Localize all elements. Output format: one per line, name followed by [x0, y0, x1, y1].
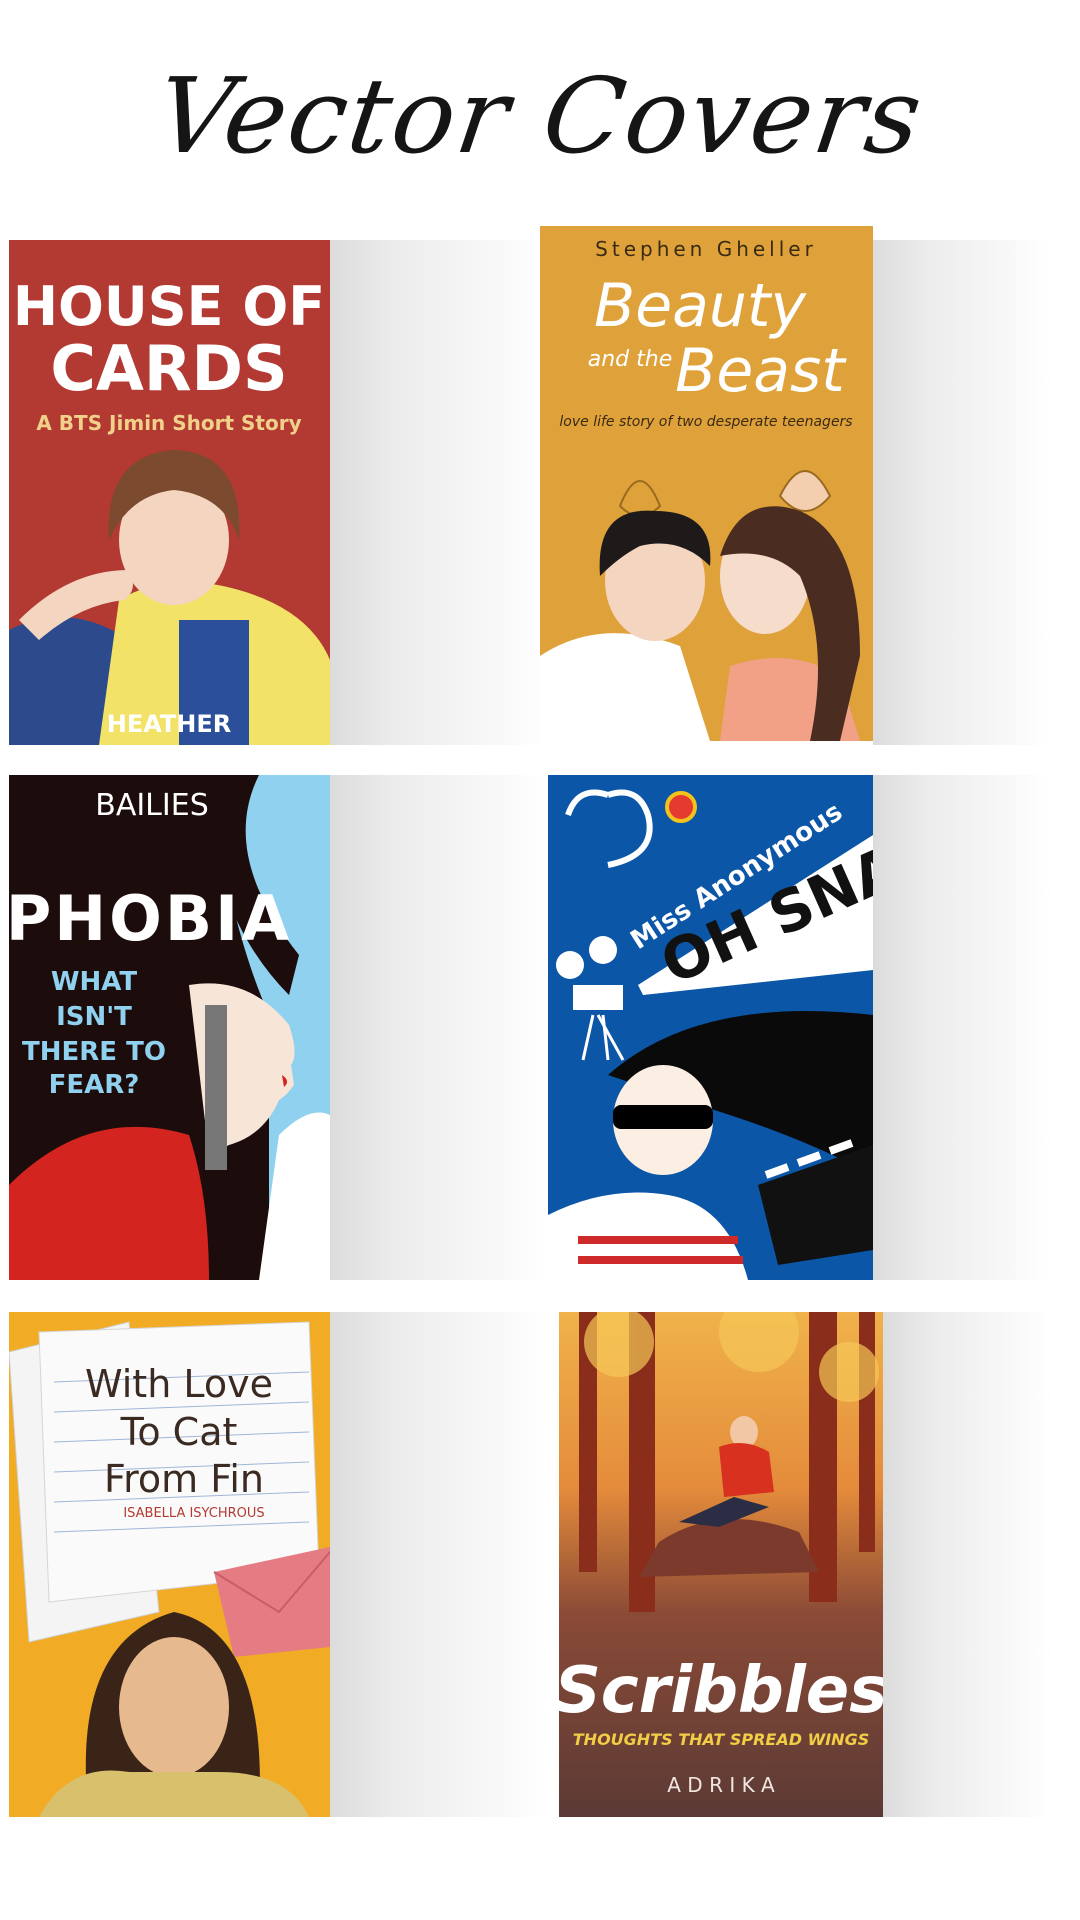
cover-title-line2b: Beast — [675, 336, 847, 406]
cover-tagline-line3: THERE TO — [22, 1037, 166, 1067]
cover-title: PHOBIA — [9, 882, 292, 955]
cover-art: Scribbles THOUGHTS THAT SPREAD WINGS A D… — [559, 1312, 883, 1817]
cover-title-line1: HOUSE OF — [13, 275, 325, 338]
cover-art: BAILIES PHOBIA WHAT ISN'T THERE TO FEAR? — [9, 775, 330, 1280]
cover-art: With Love To Cat From Fin ISABELLA ISYCH… — [9, 1312, 330, 1817]
cover-shadow — [873, 240, 1053, 745]
book-cover-house-of-cards[interactable]: HOUSE OF CARDS A BTS Jimin Short Story H… — [9, 240, 330, 745]
cover-title-line2: CARDS — [50, 332, 287, 405]
cover-tagline-line4: FEAR? — [49, 1070, 140, 1100]
cover-shadow — [873, 775, 1053, 1280]
cover-tagline: love life story of two desperate teenage… — [559, 414, 852, 430]
page-title: Vector Covers — [149, 55, 931, 177]
cover-author: ISABELLA ISYCHROUS — [123, 1506, 264, 1521]
book-cover-scribbles[interactable]: Scribbles THOUGHTS THAT SPREAD WINGS A D… — [559, 1312, 883, 1817]
cover-tagline-line2: ISN'T — [56, 1002, 132, 1032]
cover-title-line2a: and the — [588, 347, 673, 372]
cover-author: Stephen Gheller — [595, 237, 817, 261]
cover-shadow — [330, 240, 550, 745]
cover-title: Scribbles — [559, 1654, 883, 1728]
cover-title-line3: From Fin — [104, 1457, 264, 1501]
cover-art: Stephen Gheller Beauty and the Beast lov… — [540, 226, 873, 741]
cover-title-line2: To Cat — [120, 1410, 238, 1454]
cover-author: HEATHER — [107, 710, 232, 738]
cover-shadow — [330, 775, 550, 1280]
cover-art: Miss Anonymous OH SNAP — [548, 775, 873, 1280]
cover-tagline: THOUGHTS THAT SPREAD WINGS — [573, 1730, 869, 1749]
cover-title-line1: With Love — [85, 1362, 273, 1406]
book-cover-oh-snap[interactable]: Miss Anonymous OH SNAP — [548, 775, 873, 1280]
cover-shadow — [330, 1312, 550, 1817]
cover-subtitle: A BTS Jimin Short Story — [36, 411, 301, 435]
cover-author: A D R I K A — [667, 1773, 775, 1797]
book-cover-with-love-to-cat-from-fin[interactable]: With Love To Cat From Fin ISABELLA ISYCH… — [9, 1312, 330, 1817]
cover-title-line1: Beauty — [594, 271, 807, 341]
cover-author: BAILIES — [95, 788, 209, 823]
book-cover-phobia[interactable]: BAILIES PHOBIA WHAT ISN'T THERE TO FEAR? — [9, 775, 330, 1280]
cover-tagline-line1: WHAT — [51, 967, 138, 997]
book-cover-beauty-and-the-beast[interactable]: Stephen Gheller Beauty and the Beast lov… — [540, 226, 873, 741]
cover-art: HOUSE OF CARDS A BTS Jimin Short Story H… — [9, 240, 330, 745]
cover-shadow — [883, 1312, 1053, 1817]
